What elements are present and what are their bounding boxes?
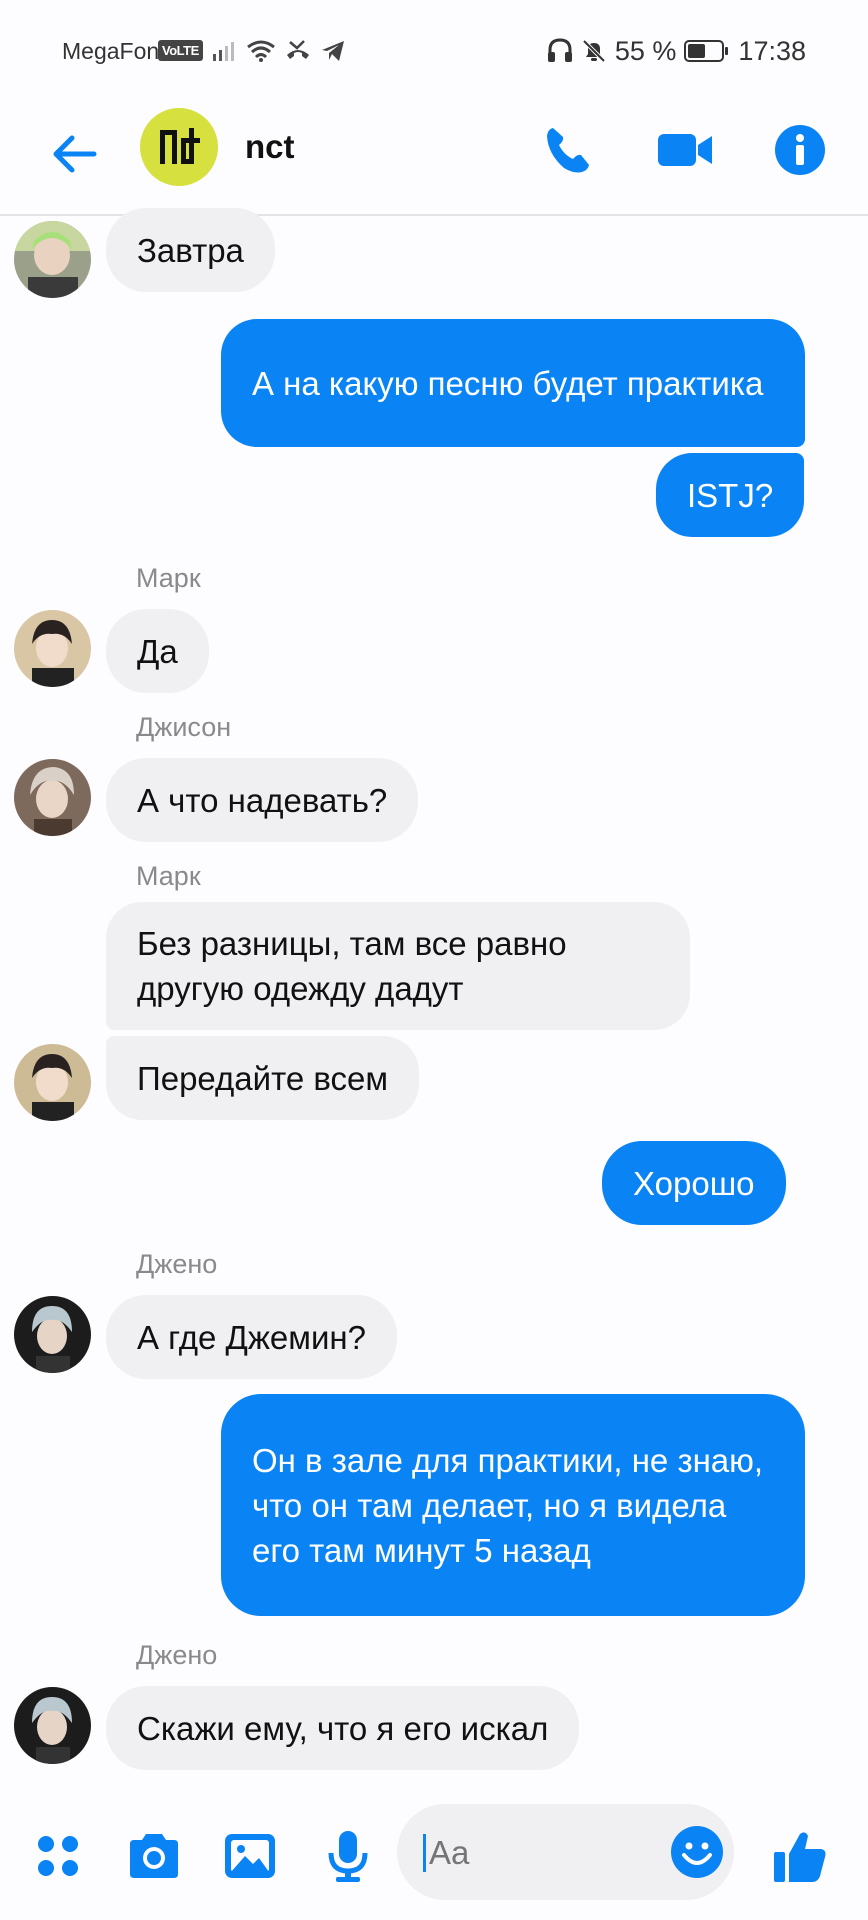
avatar[interactable] xyxy=(14,1687,91,1764)
thumbs-up-icon xyxy=(774,1832,826,1882)
volte-badge: VoLTE xyxy=(158,40,203,61)
nct-logo xyxy=(160,128,200,164)
avatar[interactable] xyxy=(14,1296,91,1373)
message-input-box[interactable] xyxy=(397,1804,734,1900)
message-bubble[interactable]: Завтра xyxy=(106,208,275,292)
battery-icon xyxy=(684,40,729,62)
sender-name: Джено xyxy=(136,1640,218,1670)
more-actions-button[interactable] xyxy=(26,1824,90,1888)
status-bar: MegaFon VoLTE 55 % 17:38 xyxy=(0,0,868,104)
mute-icon xyxy=(582,39,606,63)
missed-call-icon xyxy=(287,40,309,59)
emoji-button[interactable] xyxy=(665,1820,729,1884)
message-bubble[interactable]: Без разницы, там все равно другую одежду… xyxy=(106,902,690,1030)
message-bubble[interactable]: Хорошо xyxy=(602,1141,786,1225)
message-bubble[interactable]: Он в зале для практики, не знаю, что он … xyxy=(221,1394,805,1616)
like-button[interactable] xyxy=(768,1824,832,1888)
message-input[interactable] xyxy=(429,1834,629,1872)
sender-name: Джено xyxy=(136,1249,218,1279)
message-bubble[interactable]: Скажи ему, что я его искал xyxy=(106,1686,580,1770)
back-arrow-icon xyxy=(53,135,97,173)
menu-dots-icon xyxy=(38,1836,78,1876)
microphone-icon xyxy=(328,1831,368,1882)
voice-message-button[interactable] xyxy=(316,1824,380,1888)
info-icon xyxy=(775,125,825,175)
info-button[interactable] xyxy=(768,118,832,182)
wifi-icon xyxy=(247,40,275,62)
group-avatar[interactable] xyxy=(140,108,218,186)
signal-icon xyxy=(213,42,234,61)
message-bubble[interactable]: Да xyxy=(106,609,209,693)
avatar[interactable] xyxy=(14,221,91,298)
phone-icon xyxy=(547,128,589,173)
message-bubble[interactable]: Передайте всем xyxy=(106,1036,420,1120)
camera-button[interactable] xyxy=(122,1824,186,1888)
carrier-name: MegaFon xyxy=(62,38,160,64)
status-icons-left xyxy=(212,36,346,66)
message-bubble[interactable]: А где Джемин? xyxy=(106,1295,397,1379)
status-icons-right: 55 % 17:38 xyxy=(547,36,806,66)
message-list[interactable]: Завтра А на какую песню будет практика I… xyxy=(0,208,868,1796)
image-icon xyxy=(225,1834,275,1878)
camera-icon xyxy=(130,1834,178,1878)
battery-level xyxy=(688,44,706,58)
back-button[interactable] xyxy=(42,122,106,186)
headphones-icon xyxy=(547,38,572,62)
message-bubble[interactable]: А на какую песню будет практика xyxy=(221,319,805,447)
sender-name: Джисон xyxy=(136,712,232,742)
avatar[interactable] xyxy=(14,1044,91,1121)
telegram-icon xyxy=(322,41,344,61)
avatar[interactable] xyxy=(14,610,91,687)
message-bubble[interactable]: ISTJ? xyxy=(656,453,805,537)
avatar[interactable] xyxy=(14,759,91,836)
gallery-button[interactable] xyxy=(218,1824,282,1888)
clock: 17:38 xyxy=(738,35,806,66)
composer-bar xyxy=(0,1796,868,1920)
chat-header: nct xyxy=(0,104,868,216)
sender-name: Марк xyxy=(136,563,201,593)
message-bubble[interactable]: А что надевать? xyxy=(106,758,419,842)
battery-percent: 55 % xyxy=(614,35,677,66)
emoji-icon xyxy=(671,1826,723,1878)
chat-title[interactable]: nct xyxy=(245,128,295,166)
call-button[interactable] xyxy=(536,118,600,182)
video-call-button[interactable] xyxy=(654,118,718,182)
video-camera-icon xyxy=(658,134,712,166)
text-caret xyxy=(423,1834,426,1872)
sender-name: Марк xyxy=(136,861,201,891)
